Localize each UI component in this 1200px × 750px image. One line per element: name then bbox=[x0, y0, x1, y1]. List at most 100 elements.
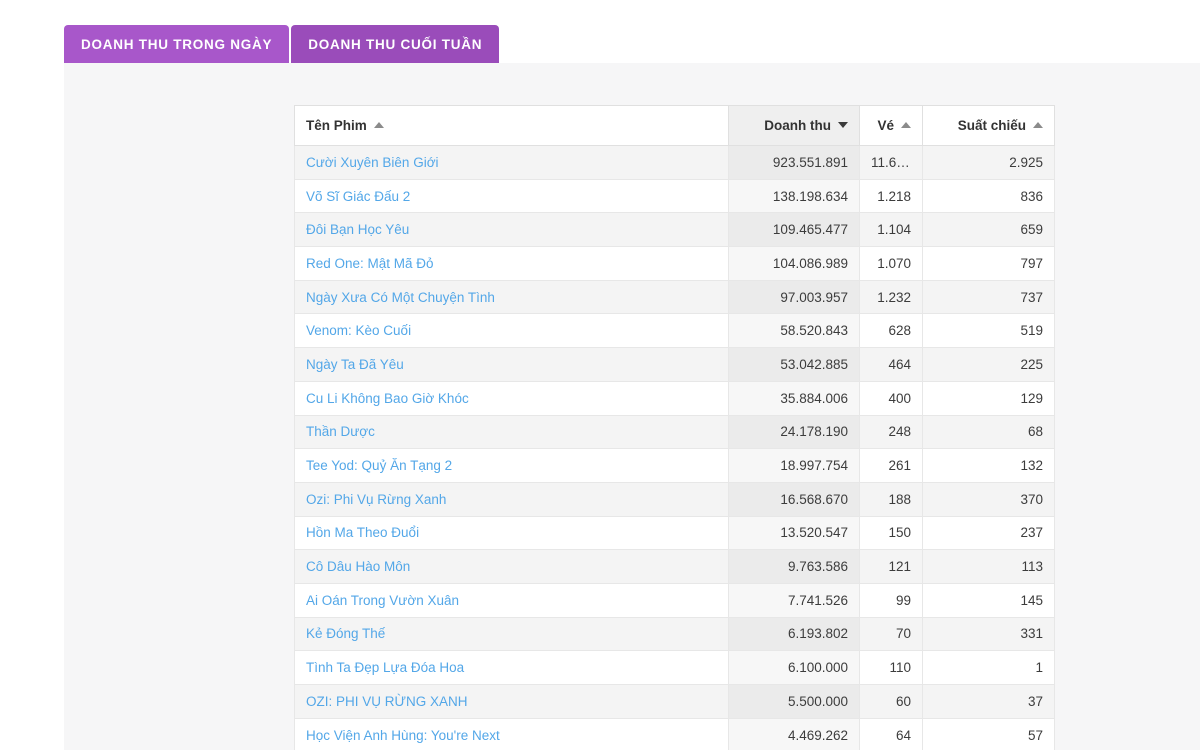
table-row[interactable]: Tee Yod: Quỷ Ăn Tạng 2 18.997.754 261 132 bbox=[294, 448, 1055, 483]
cell-revenue: 923.551.891 bbox=[728, 145, 860, 180]
cell-showtimes: 1 bbox=[922, 650, 1055, 685]
cell-showtimes: 37 bbox=[922, 684, 1055, 719]
film-name-link[interactable]: Ai Oán Trong Vườn Xuân bbox=[306, 593, 459, 608]
cell-film-name: Kẻ Đóng Thế bbox=[294, 616, 729, 652]
film-name-link[interactable]: Venom: Kèo Cuối bbox=[306, 323, 411, 338]
tab-daily-revenue[interactable]: Doanh thu trong ngày bbox=[64, 25, 290, 63]
cell-film-name: Venom: Kèo Cuối bbox=[294, 313, 729, 349]
revenue-table-container: Tên Phim Doanh thu Vé Suất chiếu Cười Xu… bbox=[294, 105, 1055, 750]
tab-weekend-revenue[interactable]: Doanh thu cuối tuần bbox=[291, 25, 500, 63]
cell-film-name: Ngày Ta Đã Yêu bbox=[294, 347, 729, 382]
cell-film-name: Võ Sĩ Giác Đấu 2 bbox=[294, 178, 729, 214]
table-header-row: Tên Phim Doanh thu Vé Suất chiếu bbox=[294, 105, 1055, 146]
cell-tickets: 628 bbox=[859, 313, 923, 349]
cell-showtimes: 225 bbox=[922, 347, 1055, 382]
cell-film-name: Cười Xuyên Biên Giới bbox=[294, 145, 729, 180]
cell-film-name: OZI: PHI VỤ RỪNG XANH bbox=[294, 684, 729, 719]
table-row[interactable]: Học Viện Anh Hùng: You're Next 4.469.262 6… bbox=[294, 717, 1055, 750]
table-row[interactable]: Võ Sĩ Giác Đấu 2 138.198.634 1.218 836 bbox=[294, 178, 1055, 214]
cell-tickets: 99 bbox=[859, 582, 923, 618]
cell-tickets: 110 bbox=[859, 650, 923, 685]
cell-film-name: Red One: Mật Mã Đỏ bbox=[294, 246, 729, 281]
page-root: Doanh thu trong ngày Doanh thu cuối tuần… bbox=[0, 0, 1200, 750]
film-name-link[interactable]: Hồn Ma Theo Đuổi bbox=[306, 525, 419, 540]
table-row[interactable]: OZI: PHI VỤ RỪNG XANH 5.500.000 60 37 bbox=[294, 684, 1055, 719]
cell-showtimes: 129 bbox=[922, 380, 1055, 416]
cell-tickets: 1.070 bbox=[859, 246, 923, 281]
film-name-link[interactable]: Võ Sĩ Giác Đấu 2 bbox=[306, 189, 410, 204]
table-row[interactable]: Red One: Mật Mã Đỏ 104.086.989 1.070 797 bbox=[294, 246, 1055, 281]
cell-revenue: 7.741.526 bbox=[728, 582, 860, 618]
table-row[interactable]: Kẻ Đóng Thế 6.193.802 70 331 bbox=[294, 616, 1055, 652]
cell-showtimes: 113 bbox=[922, 549, 1055, 584]
film-name-link[interactable]: Tee Yod: Quỷ Ăn Tạng 2 bbox=[306, 458, 452, 473]
cell-tickets: 261 bbox=[859, 448, 923, 483]
film-name-link[interactable]: Thần Dược bbox=[306, 424, 375, 439]
film-name-link[interactable]: Tình Ta Đẹp Lựa Đóa Hoa bbox=[306, 660, 464, 675]
film-name-link[interactable]: Kẻ Đóng Thế bbox=[306, 626, 385, 641]
sort-ascending-icon[interactable] bbox=[901, 121, 911, 128]
cell-revenue: 35.884.006 bbox=[728, 380, 860, 416]
column-header-tickets-label: Vé bbox=[877, 118, 894, 133]
table-row[interactable]: Tình Ta Đẹp Lựa Đóa Hoa 6.100.000 110 1 bbox=[294, 650, 1055, 685]
table-row[interactable]: Đôi Bạn Học Yêu 109.465.477 1.104 659 bbox=[294, 212, 1055, 248]
film-name-link[interactable]: Cười Xuyên Biên Giới bbox=[306, 155, 439, 170]
cell-revenue: 53.042.885 bbox=[728, 347, 860, 382]
cell-showtimes: 2.925 bbox=[922, 145, 1055, 180]
column-header-showtimes-label: Suất chiếu bbox=[957, 118, 1026, 133]
cell-revenue: 9.763.586 bbox=[728, 549, 860, 584]
table-row[interactable]: Cười Xuyên Biên Giới 923.551.891 11.604 2.9… bbox=[294, 145, 1055, 180]
cell-film-name: Ai Oán Trong Vườn Xuân bbox=[294, 582, 729, 618]
film-name-link[interactable]: Ngày Xưa Có Một Chuyện Tình bbox=[306, 290, 495, 305]
cell-revenue: 18.997.754 bbox=[728, 448, 860, 483]
cell-revenue: 6.193.802 bbox=[728, 616, 860, 652]
table-row[interactable]: Cô Dâu Hào Môn 9.763.586 121 113 bbox=[294, 549, 1055, 584]
film-name-link[interactable]: OZI: PHI VỤ RỪNG XANH bbox=[306, 694, 468, 709]
cell-showtimes: 132 bbox=[922, 448, 1055, 483]
table-row[interactable]: Ai Oán Trong Vườn Xuân 7.741.526 99 145 bbox=[294, 582, 1055, 618]
column-header-film-name[interactable]: Tên Phim bbox=[294, 105, 729, 146]
cell-film-name: Học Viện Anh Hùng: You're Next bbox=[294, 717, 729, 750]
sort-descending-icon[interactable] bbox=[838, 121, 848, 128]
cell-showtimes: 57 bbox=[922, 717, 1055, 750]
cell-revenue: 13.520.547 bbox=[728, 515, 860, 551]
cell-tickets: 188 bbox=[859, 481, 923, 517]
cell-showtimes: 797 bbox=[922, 246, 1055, 281]
film-name-link[interactable]: Ozi: Phi Vụ Rừng Xanh bbox=[306, 492, 446, 507]
table-row[interactable]: Ngày Ta Đã Yêu 53.042.885 464 225 bbox=[294, 347, 1055, 382]
film-name-link[interactable]: Cô Dâu Hào Môn bbox=[306, 559, 410, 574]
cell-film-name: Ngày Xưa Có Một Chuyện Tình bbox=[294, 279, 729, 315]
film-name-link[interactable]: Ngày Ta Đã Yêu bbox=[306, 357, 404, 372]
cell-tickets: 248 bbox=[859, 414, 923, 450]
film-name-link[interactable]: Red One: Mật Mã Đỏ bbox=[306, 256, 434, 271]
cell-showtimes: 370 bbox=[922, 481, 1055, 517]
column-header-revenue[interactable]: Doanh thu bbox=[728, 105, 860, 146]
column-header-showtimes[interactable]: Suất chiếu bbox=[922, 105, 1055, 146]
cell-revenue: 97.003.957 bbox=[728, 279, 860, 315]
table-row[interactable]: Thần Dược 24.178.190 248 68 bbox=[294, 414, 1055, 450]
table-row[interactable]: Cu Li Không Bao Giờ Khóc 35.884.006 400 129 bbox=[294, 380, 1055, 416]
cell-revenue: 16.568.670 bbox=[728, 481, 860, 517]
film-name-link[interactable]: Đôi Bạn Học Yêu bbox=[306, 222, 409, 237]
cell-film-name: Ozi: Phi Vụ Rừng Xanh bbox=[294, 481, 729, 517]
table-body: Cười Xuyên Biên Giới 923.551.891 11.604 2.9… bbox=[294, 145, 1055, 750]
cell-tickets: 11.604 bbox=[859, 145, 923, 180]
table-row[interactable]: Hồn Ma Theo Đuổi 13.520.547 150 237 bbox=[294, 515, 1055, 551]
sort-ascending-icon[interactable] bbox=[1033, 121, 1043, 128]
cell-tickets: 70 bbox=[859, 616, 923, 652]
cell-tickets: 64 bbox=[859, 717, 923, 750]
table-row[interactable]: Ozi: Phi Vụ Rừng Xanh 16.568.670 188 370 bbox=[294, 481, 1055, 517]
film-name-link[interactable]: Học Viện Anh Hùng: You're Next bbox=[306, 728, 500, 743]
cell-revenue: 138.198.634 bbox=[728, 178, 860, 214]
film-name-link[interactable]: Cu Li Không Bao Giờ Khóc bbox=[306, 391, 469, 406]
table-row[interactable]: Ngày Xưa Có Một Chuyện Tình 97.003.957 1.2… bbox=[294, 279, 1055, 315]
cell-film-name: Thần Dược bbox=[294, 414, 729, 450]
sort-ascending-icon[interactable] bbox=[373, 121, 384, 128]
cell-tickets: 1.232 bbox=[859, 279, 923, 315]
revenue-table: Tên Phim Doanh thu Vé Suất chiếu Cười Xu… bbox=[294, 105, 1055, 750]
column-header-tickets[interactable]: Vé bbox=[859, 105, 923, 146]
cell-revenue: 6.100.000 bbox=[728, 650, 860, 685]
cell-showtimes: 331 bbox=[922, 616, 1055, 652]
table-row[interactable]: Venom: Kèo Cuối 58.520.843 628 519 bbox=[294, 313, 1055, 349]
cell-tickets: 400 bbox=[859, 380, 923, 416]
